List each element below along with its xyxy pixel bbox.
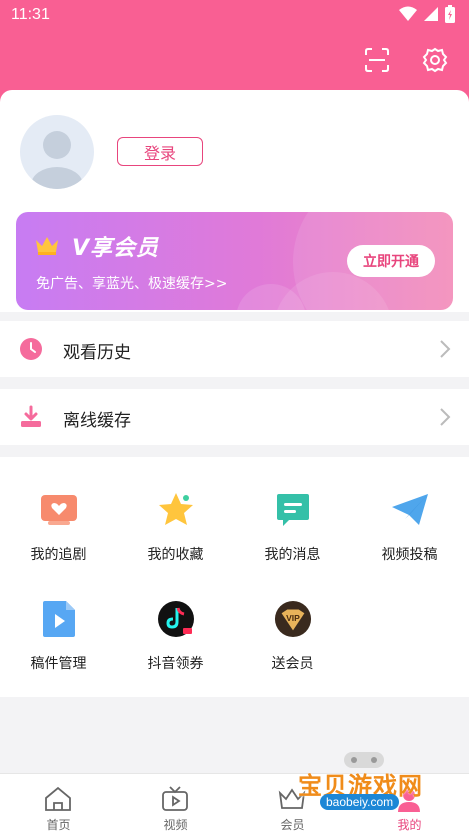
tab-label: 视频: [163, 818, 188, 832]
grid-item-messages[interactable]: 我的消息: [234, 457, 351, 563]
crown-icon: [36, 237, 58, 255]
chevron-right-icon: [440, 408, 451, 426]
message-icon: [274, 491, 312, 529]
grid-item-label: 抖音领券: [147, 656, 204, 672]
header-actions: [361, 44, 451, 76]
signal-icon: [424, 7, 438, 21]
avatar[interactable]: [20, 115, 94, 189]
open-vip-button[interactable]: 立即开通: [347, 245, 435, 277]
vip-badge-icon: VIP: [274, 600, 312, 638]
watermark-url: baobeiy.com: [320, 794, 400, 810]
menu-row-offline-cache[interactable]: 离线缓存: [0, 389, 469, 445]
tab-video[interactable]: 视频: [117, 774, 234, 834]
status-time: 11:31: [11, 6, 50, 23]
menu-row-label: 观看历史: [63, 343, 131, 363]
battery-icon: [445, 5, 455, 23]
status-icons: [399, 5, 455, 23]
grid-item-video-submit[interactable]: 视频投稿: [351, 457, 468, 563]
tab-label: 首页: [46, 818, 71, 832]
grid-item-label: 送会员: [271, 656, 314, 672]
tiktok-icon: [157, 600, 195, 638]
svg-text:VIP: VIP: [286, 613, 300, 623]
video-file-icon: [40, 600, 78, 638]
grid-item-douyin-coupon[interactable]: 抖音领券: [117, 566, 234, 672]
star-icon: [157, 491, 195, 529]
tv-play-icon: [160, 784, 190, 814]
tab-home[interactable]: 首页: [0, 774, 117, 834]
grid-item-label: 视频投稿: [381, 547, 438, 563]
scan-icon: [365, 48, 389, 72]
menu-row-history[interactable]: 观看历史: [0, 321, 469, 377]
grid-item-manuscript-manage[interactable]: 稿件管理: [0, 566, 117, 672]
login-button[interactable]: 登录: [117, 137, 203, 166]
vip-title: V享会员: [72, 236, 160, 261]
vip-subtitle: 免广告、享蓝光、极速缓存>>: [36, 276, 228, 292]
grid-item-label: 我的收藏: [147, 547, 204, 563]
grid-item-favorites[interactable]: 我的收藏: [117, 457, 234, 563]
grid-item-gift-vip[interactable]: VIP 送会员: [234, 566, 351, 672]
status-bar: 11:31: [0, 0, 469, 32]
grid-item-following[interactable]: 我的追剧: [0, 457, 117, 563]
chevron-right-icon: [440, 340, 451, 358]
feature-grid: 我的追剧 我的收藏 我的消息 视频投稿 稿件管理 抖音领券 VIP 送会员: [0, 457, 469, 697]
heart-tv-icon: [40, 491, 78, 529]
watermark-logo: 宝贝游戏网 baobeiy.com: [290, 748, 460, 828]
default-avatar-icon: [31, 131, 83, 189]
menu-row-label: 离线缓存: [63, 411, 131, 431]
clock-icon: [20, 338, 42, 360]
grid-item-label: 我的追剧: [30, 547, 87, 563]
scan-button[interactable]: [361, 44, 393, 76]
home-icon: [43, 784, 73, 814]
download-icon: [21, 405, 41, 427]
wifi-icon: [399, 6, 417, 21]
vip-banner[interactable]: V享会员 免广告、享蓝光、极速缓存>> 立即开通: [16, 212, 453, 310]
grid-item-label: 我的消息: [264, 547, 321, 563]
settings-button[interactable]: [419, 44, 451, 76]
grid-item-label: 稿件管理: [30, 656, 87, 672]
paper-plane-icon: [391, 491, 429, 529]
gear-icon: [422, 47, 448, 73]
